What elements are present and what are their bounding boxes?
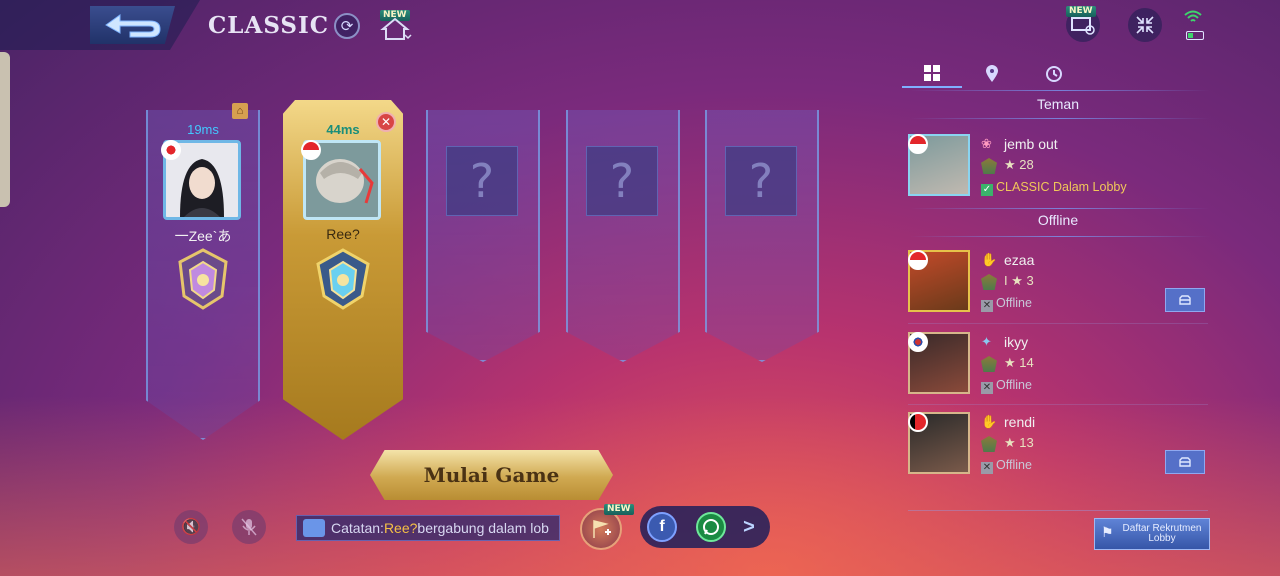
tab-recent[interactable] [1024,60,1084,88]
whatsapp-icon[interactable] [696,512,726,542]
lobby-home-button[interactable]: NEW [378,10,412,42]
send-message-button[interactable] [1165,450,1205,474]
lobby-owner-icon: ⌂ [232,103,248,119]
close-icon[interactable]: ✕ [376,112,396,132]
send-message-button[interactable] [1165,288,1205,312]
divider [908,404,1208,405]
back-arrow-icon [104,14,161,38]
wifi-icon [1184,10,1202,28]
notice-player: Ree? [383,520,418,536]
new-tag: NEW [604,504,634,515]
friend-stars: ★ 14 [1004,355,1034,370]
recruit-list-button[interactable]: ⚑ Daftar Rekrutmen Lobby [1094,518,1210,550]
tab-nearby[interactable] [962,60,1022,88]
notice-suffix: bergabung dalam lob [417,520,549,536]
refresh-icon[interactable]: ⟳ [334,13,360,39]
player-name: Ree? [326,226,360,242]
flag-icon: ⚑ [1101,524,1114,540]
emblem-icon: ✋ [981,252,998,267]
country-flag-icon [301,140,321,160]
start-game-button[interactable]: Mulai Game [370,450,613,500]
divider [908,510,1208,511]
speaker-muted-icon[interactable]: 🔇 [174,510,208,544]
rank-emblem-icon [316,248,370,310]
x-icon: ✕ [981,462,993,474]
friends-panel: Teman ❀ jemb out ★ 28 ✓ CLASSIC Dalam Lob… [902,60,1214,512]
emblem-icon: ✦ [981,334,992,349]
chat-bubble-icon [303,519,325,537]
grid-icon [924,65,940,81]
friend-stars: I ★ 3 [1004,273,1034,288]
friend-stars: ★ 28 [1004,157,1034,172]
friend-status: ✕ Offline [981,458,1032,474]
empty-slot-placeholder: ? [586,146,658,216]
lobby-notice[interactable]: Catatan: Ree? bergabung dalam lob [296,515,560,541]
flag-plus-icon [593,520,611,538]
country-flag-icon [161,140,181,160]
friend-row[interactable]: ❀ jemb out ★ 28 ✓ CLASSIC Dalam Lobby [908,134,1208,206]
back-button[interactable] [90,6,175,44]
monitor-refresh-icon [1071,17,1095,35]
status-text: Offline [996,458,1032,472]
player-name: 一Zee`あ [174,228,232,244]
rank-icon [981,158,997,174]
notice-prefix: Catatan: [331,520,384,536]
tab-friends-grid[interactable] [902,60,962,88]
country-flag-icon [908,332,928,352]
section-offline-heading: Offline [1037,212,1079,228]
location-pin-icon [986,65,998,82]
mail-icon [1179,457,1191,467]
friend-name: jemb out [1004,136,1058,152]
side-drawer-handle[interactable] [0,52,10,207]
recruit-label: Daftar Rekrutmen Lobby [1122,523,1202,544]
status-text: Offline [996,378,1032,392]
rank-icon [981,436,997,452]
status-text: CLASSIC Dalam Lobby [996,180,1127,194]
country-flag-icon [908,412,928,432]
friend-stars: ★ 13 [1004,435,1034,450]
panel-tabs [902,60,1214,92]
country-flag-icon [908,134,928,154]
emblem-icon: ❀ [981,136,992,151]
empty-slot-placeholder: ? [725,146,797,216]
new-tag: NEW [1066,6,1096,17]
empty-slot-placeholder: ? [446,146,518,216]
friend-status: ✕ Offline [981,378,1032,394]
section-friends-heading: Teman [1036,96,1080,112]
house-icon [380,17,412,40]
facebook-icon[interactable]: f [647,512,677,542]
divider [908,323,1208,324]
friend-row[interactable]: ✋ ezaa I ★ 3 ✕ Offline [908,250,1208,322]
game-mode-title: CLASSIC [208,12,330,39]
rank-emblem-icon [178,248,228,310]
friend-status: ✓ CLASSIC Dalam Lobby [981,180,1127,196]
friend-name: rendi [1004,414,1036,430]
mail-icon [1179,295,1191,305]
friend-row[interactable]: ✦ ikyy ★ 14 ✕ Offline [908,332,1208,404]
microphone-muted-icon[interactable] [232,510,266,544]
divider [910,90,1210,91]
divider [910,236,1210,237]
history-clock-icon [1046,66,1062,82]
country-flag-icon [908,250,928,270]
x-icon: ✕ [981,300,993,312]
battery-icon [1186,31,1204,40]
divider [910,208,1210,209]
friend-row[interactable]: ✋ rendi ★ 13 ✕ Offline [908,412,1208,484]
friend-name: ezaa [1004,252,1035,268]
friend-status: ✕ Offline [981,296,1032,312]
emblem-icon: ✋ [981,414,998,429]
check-icon: ✓ [981,184,993,196]
friend-name: ikyy [1004,334,1029,350]
x-icon: ✕ [981,382,993,394]
ping-label: 19ms [187,122,219,137]
share-more-icon[interactable]: > [734,512,764,542]
divider [910,118,1210,119]
rank-icon [981,274,997,290]
rank-icon [981,356,997,372]
status-text: Offline [996,296,1032,310]
minimize-icon[interactable] [1128,8,1162,42]
